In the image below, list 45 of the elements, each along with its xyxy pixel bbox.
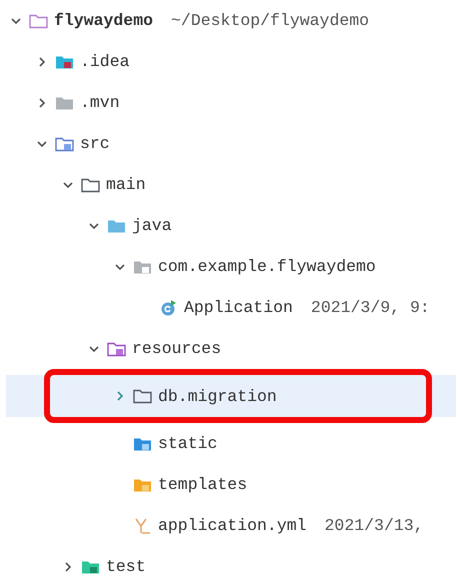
node-name: .mvn: [80, 93, 120, 112]
tree-row[interactable]: Application 2021/3/9, 9:: [6, 287, 456, 328]
tree-row[interactable]: src: [6, 123, 456, 164]
tree-row[interactable]: application.yml 2021/3/13,: [6, 505, 456, 546]
yaml-file-icon: [133, 518, 152, 534]
node-name: Application: [184, 298, 293, 317]
node-name: db.migration: [158, 386, 277, 406]
node-name: main: [106, 175, 146, 194]
node-name: templates: [158, 475, 248, 494]
folder-icon: [55, 54, 74, 70]
node-detail: ~/Desktop/flywaydemo: [171, 11, 370, 30]
folder-icon: [81, 558, 100, 574]
node-name: src: [80, 134, 110, 153]
tree-row[interactable]: .idea: [6, 41, 456, 82]
tree-row[interactable]: static: [6, 423, 456, 464]
tree-row[interactable]: db.migration: [6, 369, 456, 423]
folder-icon: [107, 218, 126, 234]
node-detail: 2021/3/13,: [324, 516, 424, 535]
node-name: test: [106, 557, 146, 576]
tree-row[interactable]: templates: [6, 464, 456, 505]
node-name: .idea: [80, 52, 130, 71]
tree-row[interactable]: java: [6, 205, 456, 246]
node-name: flywaydemo: [54, 11, 154, 30]
node-name: resources: [132, 339, 222, 358]
tree-row[interactable]: main: [6, 164, 456, 205]
folder-icon: [29, 12, 48, 28]
folder-icon: [107, 340, 126, 356]
folder-icon: [55, 136, 74, 152]
folder-icon: [133, 388, 152, 404]
folder-icon: [133, 476, 152, 492]
class-icon: [159, 300, 178, 316]
tree-row[interactable]: .mvn: [6, 82, 456, 123]
node-name: com.example.flywaydemo: [158, 257, 376, 276]
tree-row[interactable]: com.example.flywaydemo: [6, 246, 456, 287]
node-name: java: [132, 216, 172, 235]
folder-icon: [133, 436, 152, 452]
node-detail: 2021/3/9, 9:: [310, 298, 430, 317]
folder-icon: [55, 94, 74, 110]
folder-icon: [81, 176, 100, 192]
tree-row[interactable]: flywaydemo ~/Desktop/flywaydemo: [6, 0, 456, 41]
node-name: static: [158, 434, 218, 453]
folder-icon: [133, 258, 152, 274]
node-name: application.yml: [158, 516, 307, 535]
tree-row[interactable]: resources: [6, 328, 456, 369]
tree-row[interactable]: test: [6, 546, 456, 576]
